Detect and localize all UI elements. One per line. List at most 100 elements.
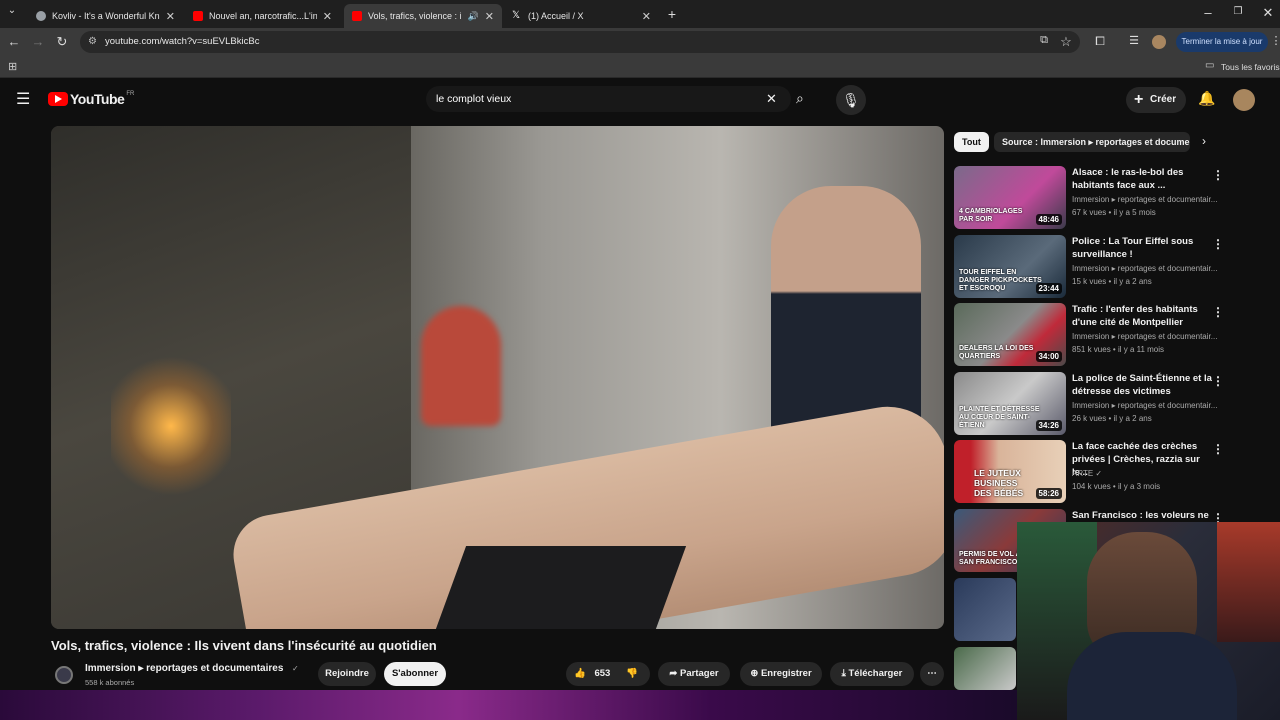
chip-source[interactable]: Source : Immersion ▸ reportages et docum… xyxy=(994,132,1190,152)
video-thumbnail[interactable]: 4 CAMBRIOLAGES PAR SOIR 48:46 xyxy=(954,166,1066,229)
duration-badge: 58:26 xyxy=(1035,488,1062,499)
more-actions-icon[interactable]: ⋯ xyxy=(920,662,944,686)
like-dislike-group: 👍 653 👎 xyxy=(566,662,650,686)
subscribe-button[interactable]: S'abonner xyxy=(384,662,446,686)
recommendation-channel[interactable]: Immersion ▸ reportages et documentair... xyxy=(1072,264,1222,273)
minimize-icon[interactable]: – xyxy=(1200,5,1216,20)
background-person xyxy=(421,306,501,426)
youtube-logo[interactable]: YouTube FR xyxy=(48,91,134,107)
browser-tab-3-active[interactable]: Vols, trafics, violence : ils vi 🔊 ✕ xyxy=(344,4,502,28)
recommendation-title[interactable]: La police de Saint-Étienne et la détress… xyxy=(1072,372,1212,398)
save-button[interactable]: ⊕ Enregistrer xyxy=(740,662,822,686)
share-button[interactable]: ➦ Partager xyxy=(658,662,730,686)
recommendation-item[interactable]: PLAINTE ET DÉTRESSE AU CŒUR DE SAINT-ÉTI… xyxy=(954,372,1274,436)
recommendation-meta: 15 k vues • il y a 2 ans xyxy=(1072,277,1152,286)
apps-grid-icon[interactable]: ⊞ xyxy=(8,60,17,73)
recommendation-title[interactable]: San Francisco : les voleurs ne xyxy=(1072,509,1212,522)
install-app-icon[interactable]: ⧉ xyxy=(1036,34,1052,47)
tab-search-icon[interactable]: ⌄ xyxy=(4,5,20,16)
join-button[interactable]: Rejoindre xyxy=(318,662,376,686)
recommendation-channel[interactable]: Immersion ▸ reportages et documentair... xyxy=(1072,401,1222,410)
recommendation-meta: 851 k vues • il y a 11 mois xyxy=(1072,345,1165,354)
video-player[interactable] xyxy=(51,126,944,629)
like-count[interactable]: 653 xyxy=(594,668,610,679)
close-tab-icon[interactable]: ✕ xyxy=(642,10,651,23)
recommendation-title[interactable]: Police : La Tour Eiffel sous surveillanc… xyxy=(1072,235,1212,261)
browser-tab-1[interactable]: Kovliv - It's a Wonderful Knife [ ✕ xyxy=(28,4,183,28)
forward-icon[interactable]: → xyxy=(30,34,46,49)
close-window-icon[interactable]: ✕ xyxy=(1260,5,1276,21)
bookmark-star-icon[interactable]: ☆ xyxy=(1058,34,1074,50)
video-thumbnail[interactable]: PLAINTE ET DÉTRESSE AU CŒUR DE SAINT-ÉTI… xyxy=(954,372,1066,435)
chevron-right-icon[interactable]: › xyxy=(1202,134,1206,148)
all-bookmarks-link[interactable]: Tous les favoris xyxy=(1221,62,1280,72)
more-options-icon[interactable]: ⋮ xyxy=(1212,168,1224,182)
bookmarks-bar: ⊞ ▭ Tous les favoris xyxy=(0,56,1280,78)
reading-list-icon[interactable]: ☰ xyxy=(1126,34,1142,47)
thumbnail-overlay-text: DEALERS LA LOI DES QUARTIERS xyxy=(959,345,1034,360)
recommendation-item[interactable]: 4 CAMBRIOLAGES PAR SOIR 48:46 Alsace : l… xyxy=(954,166,1274,230)
stream-overlay-banner xyxy=(0,690,1017,720)
close-tab-icon[interactable]: ✕ xyxy=(323,10,332,23)
browser-tab-4[interactable]: 𝕏 (1) Accueil / X ✕ xyxy=(504,4,659,28)
update-button[interactable]: Terminer la mise à jour xyxy=(1176,32,1268,52)
video-thumbnail[interactable] xyxy=(954,647,1016,690)
reload-icon[interactable]: ↻ xyxy=(54,34,70,50)
recommendation-item[interactable]: LE JUTEUX BUSINESS DES BÉBÉS 58:26 La fa… xyxy=(954,440,1274,504)
thumbs-up-icon[interactable]: 👍 xyxy=(574,668,586,679)
create-button[interactable]: + Créer xyxy=(1126,87,1186,113)
x-logo-icon: 𝕏 xyxy=(512,10,521,21)
logo-text: YouTube xyxy=(70,91,125,107)
video-thumbnail[interactable]: LE JUTEUX BUSINESS DES BÉBÉS 58:26 xyxy=(954,440,1066,503)
new-tab-icon[interactable]: + xyxy=(664,6,680,22)
video-thumbnail[interactable]: DEALERS LA LOI DES QUARTIERS 34:00 xyxy=(954,303,1066,366)
video-thumbnail[interactable]: TOUR EIFFEL EN DANGER PICKPOCKETS ET ESC… xyxy=(954,235,1066,298)
recommendation-channel[interactable]: Immersion ▸ reportages et documentair... xyxy=(1072,332,1222,341)
clear-search-icon[interactable]: ✕ xyxy=(766,91,777,107)
recommendation-channel[interactable]: Immersion ▸ reportages et documentair... xyxy=(1072,195,1222,204)
download-label: Télécharger xyxy=(848,668,903,679)
chip-all[interactable]: Tout xyxy=(954,132,989,152)
recommendation-title[interactable]: Alsace : le ras-le-bol des habitants fac… xyxy=(1072,166,1212,192)
search-input[interactable]: le complot vieux xyxy=(426,86,791,112)
thumbs-down-icon[interactable]: 👎 xyxy=(626,662,638,686)
duration-badge: 34:00 xyxy=(1035,351,1062,362)
search-value: le complot vieux xyxy=(436,93,512,105)
more-menu-icon[interactable]: ⋮ xyxy=(1268,34,1280,47)
more-options-icon[interactable]: ⋮ xyxy=(1212,442,1224,456)
extensions-icon[interactable]: ⧠ xyxy=(1092,34,1108,49)
youtube-favicon-icon xyxy=(193,11,203,21)
subscriber-count: 558 k abonnés xyxy=(85,678,135,687)
close-tab-icon[interactable]: ✕ xyxy=(166,10,175,23)
more-options-icon[interactable]: ⋮ xyxy=(1212,237,1224,251)
search-icon[interactable]: ⌕ xyxy=(796,90,804,107)
duration-badge: 34:26 xyxy=(1035,420,1062,431)
recommendation-channel[interactable]: ARTE ✓ xyxy=(1072,469,1222,478)
save-label: Enregistrer xyxy=(760,668,812,679)
channel-name[interactable]: Immersion ▸ reportages et documentaires xyxy=(85,663,283,674)
download-button[interactable]: ⤓ Télécharger xyxy=(830,662,914,686)
webcam-overlay xyxy=(1017,522,1280,720)
browser-tab-2[interactable]: Nouvel an, narcotrafic...L'interv ✕ xyxy=(185,4,340,28)
channel-avatar[interactable] xyxy=(55,666,73,684)
site-info-icon[interactable]: ⚙ xyxy=(88,31,97,53)
url-text: youtube.com/watch?v=suEVLBkicBc xyxy=(105,36,260,47)
url-field[interactable]: ⚙ youtube.com/watch?v=suEVLBkicBc xyxy=(80,31,1080,53)
profile-avatar[interactable] xyxy=(1152,35,1166,49)
recommendation-title[interactable]: Trafic : l'enfer des habitants d'une cit… xyxy=(1072,303,1212,329)
thumbnail-overlay-text: PLAINTE ET DÉTRESSE AU CŒUR DE SAINT-ÉTI… xyxy=(959,406,1040,429)
more-options-icon[interactable]: ⋮ xyxy=(1212,374,1224,388)
video-thumbnail[interactable] xyxy=(954,578,1016,641)
recommendation-item[interactable]: TOUR EIFFEL EN DANGER PICKPOCKETS ET ESC… xyxy=(954,235,1274,299)
speaker-icon[interactable]: 🔊 xyxy=(468,11,479,22)
more-options-icon[interactable]: ⋮ xyxy=(1212,305,1224,319)
microphone-icon[interactable]: 🎙 xyxy=(836,85,866,115)
recommendation-item[interactable]: DEALERS LA LOI DES QUARTIERS 34:00 Trafi… xyxy=(954,303,1274,367)
account-avatar[interactable] xyxy=(1233,89,1255,111)
maximize-icon[interactable]: ❐ xyxy=(1230,6,1246,17)
back-icon[interactable]: ← xyxy=(6,34,22,49)
hamburger-menu-icon[interactable]: ☰ xyxy=(16,89,30,109)
notifications-bell-icon[interactable]: 🔔 xyxy=(1198,90,1215,107)
create-label: Créer xyxy=(1150,94,1177,105)
close-tab-icon[interactable]: ✕ xyxy=(485,10,494,23)
